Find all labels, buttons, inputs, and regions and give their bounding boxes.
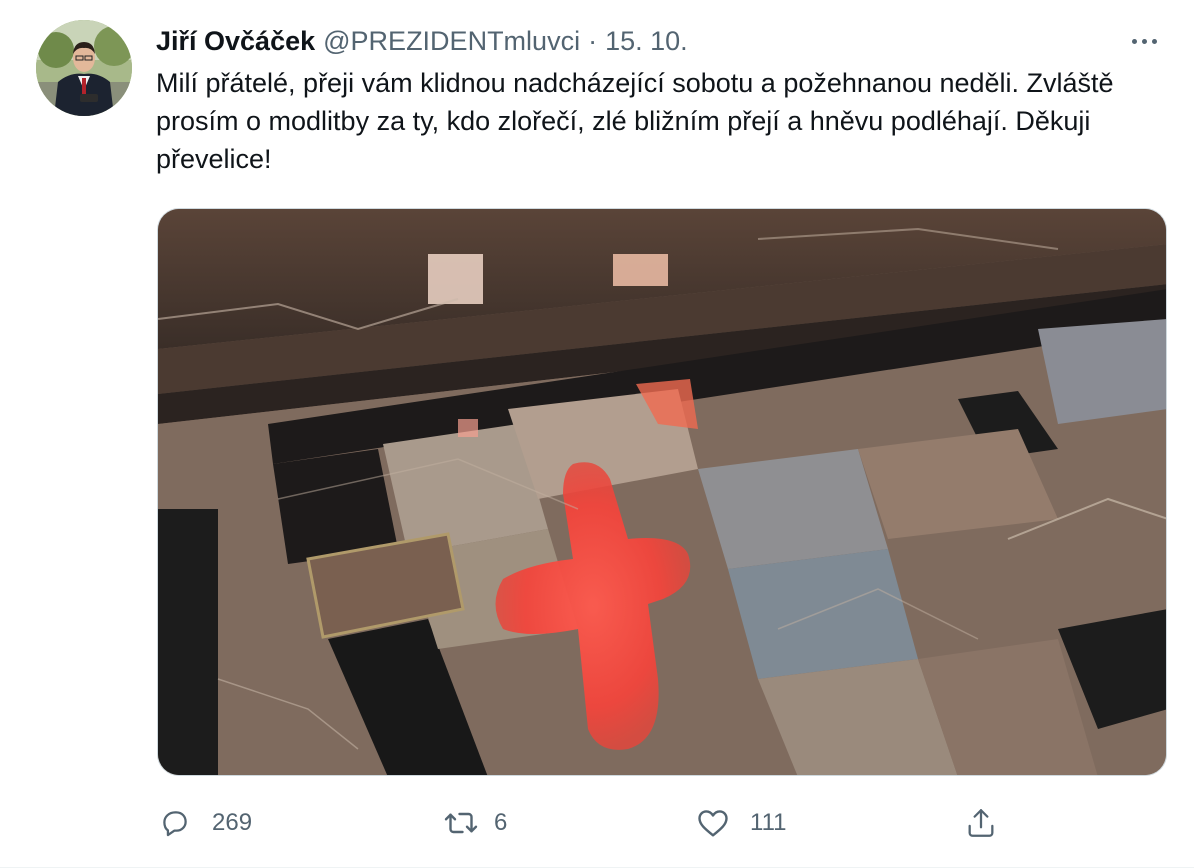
reply-icon	[156, 804, 194, 842]
retweet-count: 6	[494, 809, 508, 836]
tweet[interactable]: Jiří Ovčáček @PREZIDENTmluvci · 15. 10. …	[0, 0, 1194, 868]
like-count: 111	[750, 809, 787, 836]
avatar[interactable]	[36, 20, 132, 116]
tweet-date[interactable]: 15. 10.	[605, 26, 688, 57]
share-button[interactable]	[962, 800, 1000, 846]
reply-count: 269	[212, 809, 253, 836]
reply-button[interactable]: 269	[156, 800, 252, 846]
avatar-image	[36, 20, 132, 116]
author-handle[interactable]: @PREZIDENTmluvci	[323, 26, 580, 57]
like-button[interactable]: 111	[694, 800, 786, 846]
marble-floor-photo	[158, 209, 1166, 775]
retweet-button[interactable]: 6	[442, 800, 507, 846]
tweet-text: Milí přátelé, přeji vám klidnou nadcháze…	[156, 68, 1114, 174]
tweet-actions: 269 6 111	[156, 800, 1166, 846]
tweet-header: Jiří Ovčáček @PREZIDENTmluvci · 15. 10.	[156, 24, 688, 58]
author-name[interactable]: Jiří Ovčáček	[156, 26, 315, 57]
separator-dot: ·	[588, 25, 598, 56]
heart-icon	[694, 804, 732, 842]
more-icon[interactable]	[1122, 26, 1166, 56]
tweet-photo[interactable]	[157, 208, 1167, 776]
retweet-icon	[442, 804, 480, 842]
share-icon	[962, 804, 1000, 842]
